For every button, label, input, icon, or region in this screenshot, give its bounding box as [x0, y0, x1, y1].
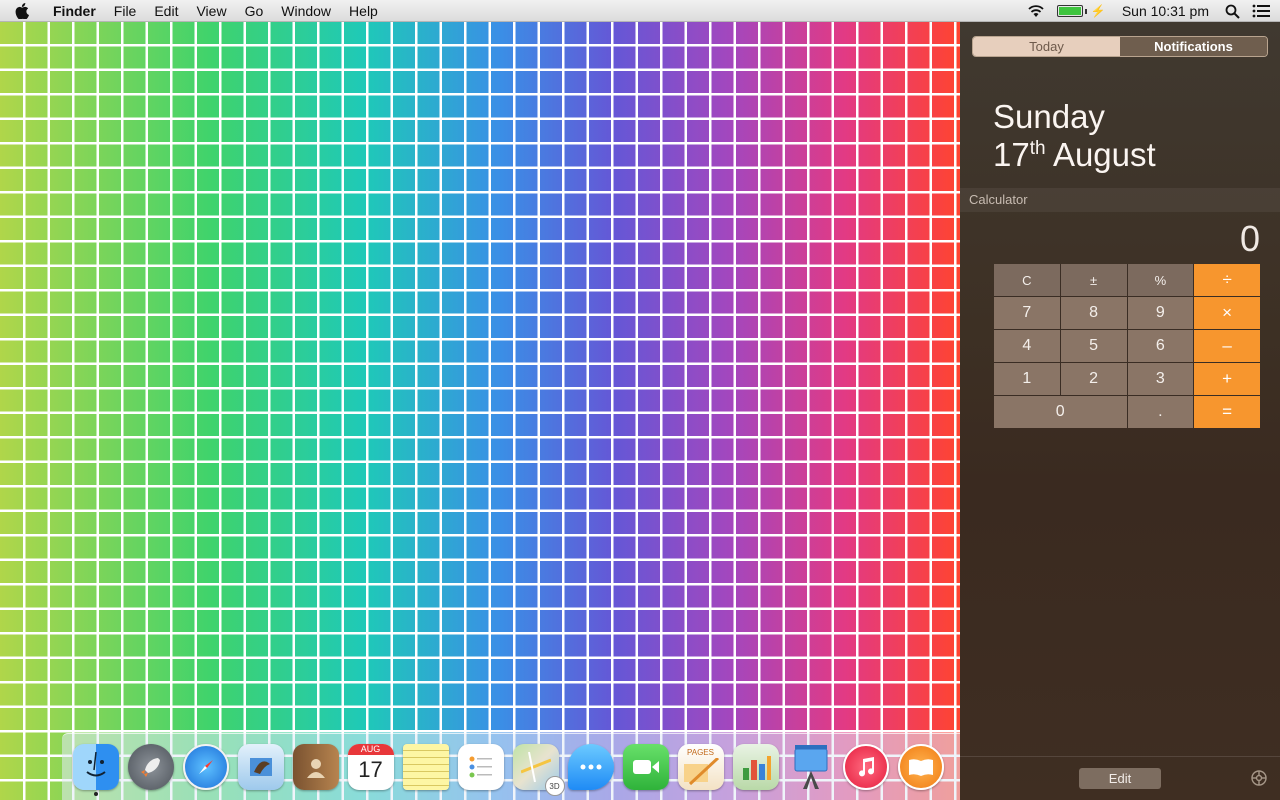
tab-today[interactable]: Today [973, 37, 1120, 56]
calc-key-5[interactable]: 5 [1060, 330, 1127, 362]
pages-icon: PAGES [677, 744, 724, 790]
nc-full-date: 17th August [993, 136, 1156, 174]
nc-tab-bar: Today Notifications [972, 36, 1268, 57]
dock-app-mail[interactable] [233, 737, 288, 797]
dock-app-notes[interactable] [398, 737, 453, 797]
dock-app-pages[interactable]: PAGES [673, 737, 728, 797]
facetime-icon [622, 744, 669, 790]
calc-key-equals[interactable]: = [1194, 396, 1260, 428]
search-icon[interactable] [1225, 4, 1240, 19]
calc-key-minus[interactable]: – [1194, 330, 1260, 362]
calc-key-2[interactable]: 2 [1060, 363, 1127, 395]
dock-app-finder[interactable] [68, 737, 123, 797]
dock-app-launchpad[interactable] [123, 737, 178, 797]
dock-app-contacts[interactable] [288, 737, 343, 797]
reminders-icon [457, 744, 504, 790]
dock-app-keynote[interactable] [783, 737, 838, 797]
keynote-icon [788, 744, 834, 790]
dock-app-itunes[interactable] [838, 737, 893, 797]
desktop[interactable] [0, 22, 960, 800]
calculator-keypad: C ± % ÷ 7 8 9 × 4 5 6 – 1 2 3 + 0 . = [994, 264, 1260, 428]
map-icon: 3D [512, 744, 565, 796]
dock-app-calendar[interactable]: AUG 17 [343, 737, 398, 797]
calendar-month: AUG [347, 744, 394, 755]
calc-key-clear[interactable]: C [994, 264, 1060, 296]
menu-view[interactable]: View [187, 0, 235, 22]
nc-month: August [1052, 136, 1156, 173]
compass-icon [182, 744, 229, 790]
tab-notifications[interactable]: Notifications [1120, 37, 1267, 56]
menubar-clock[interactable]: Sun 10:31 pm [1118, 0, 1213, 22]
dock-app-facetime[interactable] [618, 737, 673, 797]
menu-window[interactable]: Window [272, 0, 340, 22]
menu-help[interactable]: Help [340, 0, 387, 22]
calc-key-6[interactable]: 6 [1127, 330, 1194, 362]
nc-weekday: Sunday [993, 98, 1105, 135]
calc-key-7[interactable]: 7 [994, 297, 1060, 329]
calc-key-9[interactable]: 9 [1127, 297, 1194, 329]
calc-key-8[interactable]: 8 [1060, 297, 1127, 329]
calc-key-decimal[interactable]: . [1127, 396, 1194, 428]
notes-icon [402, 744, 449, 790]
music-icon [842, 744, 889, 790]
pages-label: PAGES [687, 748, 714, 757]
calc-key-multiply[interactable]: × [1194, 297, 1260, 329]
nc-footer: Edit [960, 756, 1280, 800]
calc-key-3[interactable]: 3 [1127, 363, 1194, 395]
dock-app-ibooks[interactable] [893, 737, 948, 797]
calc-key-percent[interactable]: % [1127, 264, 1194, 296]
calc-key-0[interactable]: 0 [994, 396, 1127, 428]
book-icon [897, 744, 944, 790]
dock-app-safari[interactable] [178, 737, 233, 797]
list-icon[interactable] [1252, 4, 1270, 18]
calc-key-plus[interactable]: + [1194, 363, 1260, 395]
menu-file[interactable]: File [105, 0, 146, 22]
menu-bar: Finder File Edit View Go Window Help ⚡ S… [0, 0, 1280, 22]
calc-key-divide[interactable]: ÷ [1194, 264, 1260, 296]
calc-key-1[interactable]: 1 [994, 363, 1060, 395]
contacts-icon [292, 744, 339, 790]
dock: AUG 17 3D PAGES [62, 733, 962, 800]
finder-icon [72, 744, 119, 790]
wallpaper-grid-pattern [0, 22, 960, 800]
dock-app-messages[interactable] [563, 737, 618, 797]
battery-icon[interactable]: ⚡ [1056, 4, 1106, 18]
nc-day: 17 [993, 136, 1030, 173]
calendar-icon: AUG 17 [347, 744, 394, 790]
maps-3d-badge: 3D [544, 776, 565, 796]
numbers-icon [732, 744, 779, 790]
dock-app-reminders[interactable] [453, 737, 508, 797]
running-indicator [93, 792, 98, 796]
apple-menu[interactable] [0, 2, 44, 19]
edit-button[interactable]: Edit [1079, 768, 1161, 789]
calc-key-4[interactable]: 4 [994, 330, 1060, 362]
wifi-icon[interactable] [1027, 4, 1045, 18]
dock-app-maps[interactable]: 3D [508, 737, 565, 797]
gear-icon[interactable] [1250, 769, 1268, 787]
calendar-day: 17 [358, 757, 383, 782]
calculator-display: 0 [1239, 218, 1260, 259]
mail-icon [237, 744, 284, 790]
messages-icon [567, 744, 614, 790]
calculator-widget-title: Calculator [960, 188, 1280, 212]
rocket-icon [127, 744, 174, 790]
app-menu-finder[interactable]: Finder [44, 0, 105, 22]
nc-date: Sunday 17th August [993, 98, 1156, 174]
menu-go[interactable]: Go [236, 0, 273, 22]
dock-app-numbers[interactable] [728, 737, 783, 797]
notification-center: Today Notifications Sunday 17th August C… [960, 22, 1280, 800]
menu-edit[interactable]: Edit [145, 0, 187, 22]
calc-key-plus-minus[interactable]: ± [1060, 264, 1127, 296]
apple-icon [15, 2, 29, 19]
nc-day-ordinal: th [1029, 138, 1046, 159]
